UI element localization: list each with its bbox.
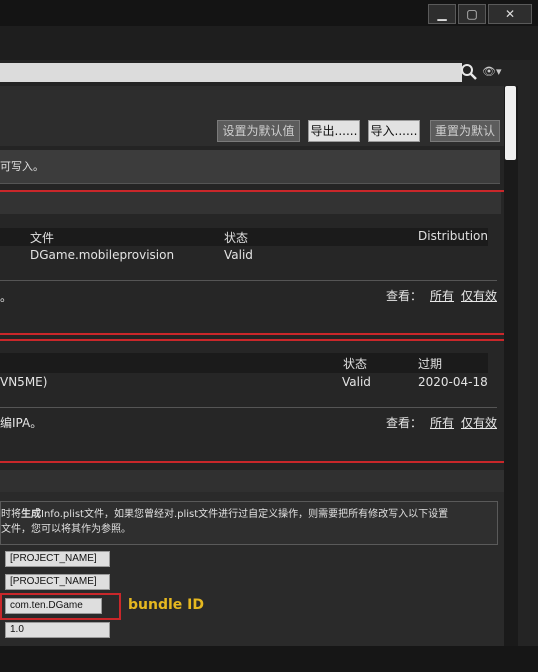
provision-status: Valid	[224, 248, 253, 262]
writable-notice: 可写入。	[0, 150, 500, 184]
desc-text-1b: Info.plist文件，如果您曾经对.plist文件进行过自定义操作，则需要把…	[41, 509, 449, 520]
certificates-table-header: 状态 过期	[0, 353, 488, 373]
show-all-link[interactable]: 所有	[430, 287, 454, 304]
bundle-name-field[interactable]	[5, 574, 110, 590]
view-label: 查看：	[386, 416, 423, 430]
search-icon[interactable]	[460, 63, 478, 81]
column-status: 状态	[343, 357, 368, 371]
window-controls: ▁ ▢ ✕	[428, 4, 532, 24]
toolbar-area	[0, 26, 538, 60]
minimize-icon: ▁	[437, 7, 447, 21]
column-expiry: 过期	[418, 357, 443, 371]
view-label: 查看：	[386, 289, 423, 303]
maximize-icon: ▢	[466, 7, 478, 21]
desc-text-1a: 时将	[1, 509, 21, 520]
desc-text-bold: 生成	[21, 509, 41, 520]
bundle-display-name-field[interactable]	[5, 551, 110, 567]
view-options-icon[interactable]: 👁▾	[482, 65, 510, 79]
divider	[0, 280, 497, 281]
show-all-link[interactable]: 所有	[430, 414, 454, 431]
scrollbar[interactable]	[504, 86, 518, 646]
plist-panel-header	[0, 470, 518, 492]
bundle-id-field[interactable]	[5, 598, 102, 614]
plist-description: 时将生成Info.plist文件，如果您曾经对.plist文件进行过自定义操作，…	[0, 501, 498, 545]
column-distribution: Distribution	[418, 229, 489, 243]
column-status: 状态	[224, 231, 249, 245]
notice-text: 可写入。	[0, 160, 44, 173]
close-icon: ✕	[504, 7, 516, 21]
provision-file: DGame.mobileprovision	[30, 248, 175, 262]
maximize-button[interactable]: ▢	[458, 4, 486, 24]
provisions-section-header	[0, 192, 501, 214]
search-input[interactable]	[0, 63, 462, 82]
reset-default-button[interactable]: 重置为默认	[430, 120, 500, 142]
table-row[interactable]: VN5ME) Valid 2020-04-18	[0, 373, 488, 393]
table-row[interactable]: DGame.mobileprovision Valid	[0, 246, 488, 266]
close-button[interactable]: ✕	[488, 4, 532, 24]
minimize-button[interactable]: ▁	[428, 4, 456, 24]
set-default-button[interactable]: 设置为默认值	[217, 120, 300, 142]
certificates-footer-text: 编IPA。	[0, 416, 43, 430]
certificate-name: VN5ME)	[0, 375, 48, 389]
scrollbar-thumb[interactable]	[505, 86, 516, 160]
show-valid-link[interactable]: 仅有效	[461, 287, 497, 304]
column-file: 文件	[30, 231, 55, 245]
import-button[interactable]: 导入......	[368, 120, 420, 142]
divider	[0, 407, 497, 408]
bundle-id-annotation: bundle ID	[128, 597, 204, 613]
desc-text-2: 文件，您可以将其作为参照。	[1, 524, 131, 535]
provisions-table-header: 文件 状态 Distribution	[0, 228, 488, 246]
export-button[interactable]: 导出......	[308, 120, 360, 142]
certificate-expiry: 2020-04-18	[418, 375, 488, 389]
version-field[interactable]	[5, 622, 110, 638]
certificate-status: Valid	[342, 375, 371, 389]
bottom-bar	[0, 646, 538, 672]
show-valid-link[interactable]: 仅有效	[461, 414, 497, 431]
provisions-footer-text: 。	[0, 290, 13, 304]
